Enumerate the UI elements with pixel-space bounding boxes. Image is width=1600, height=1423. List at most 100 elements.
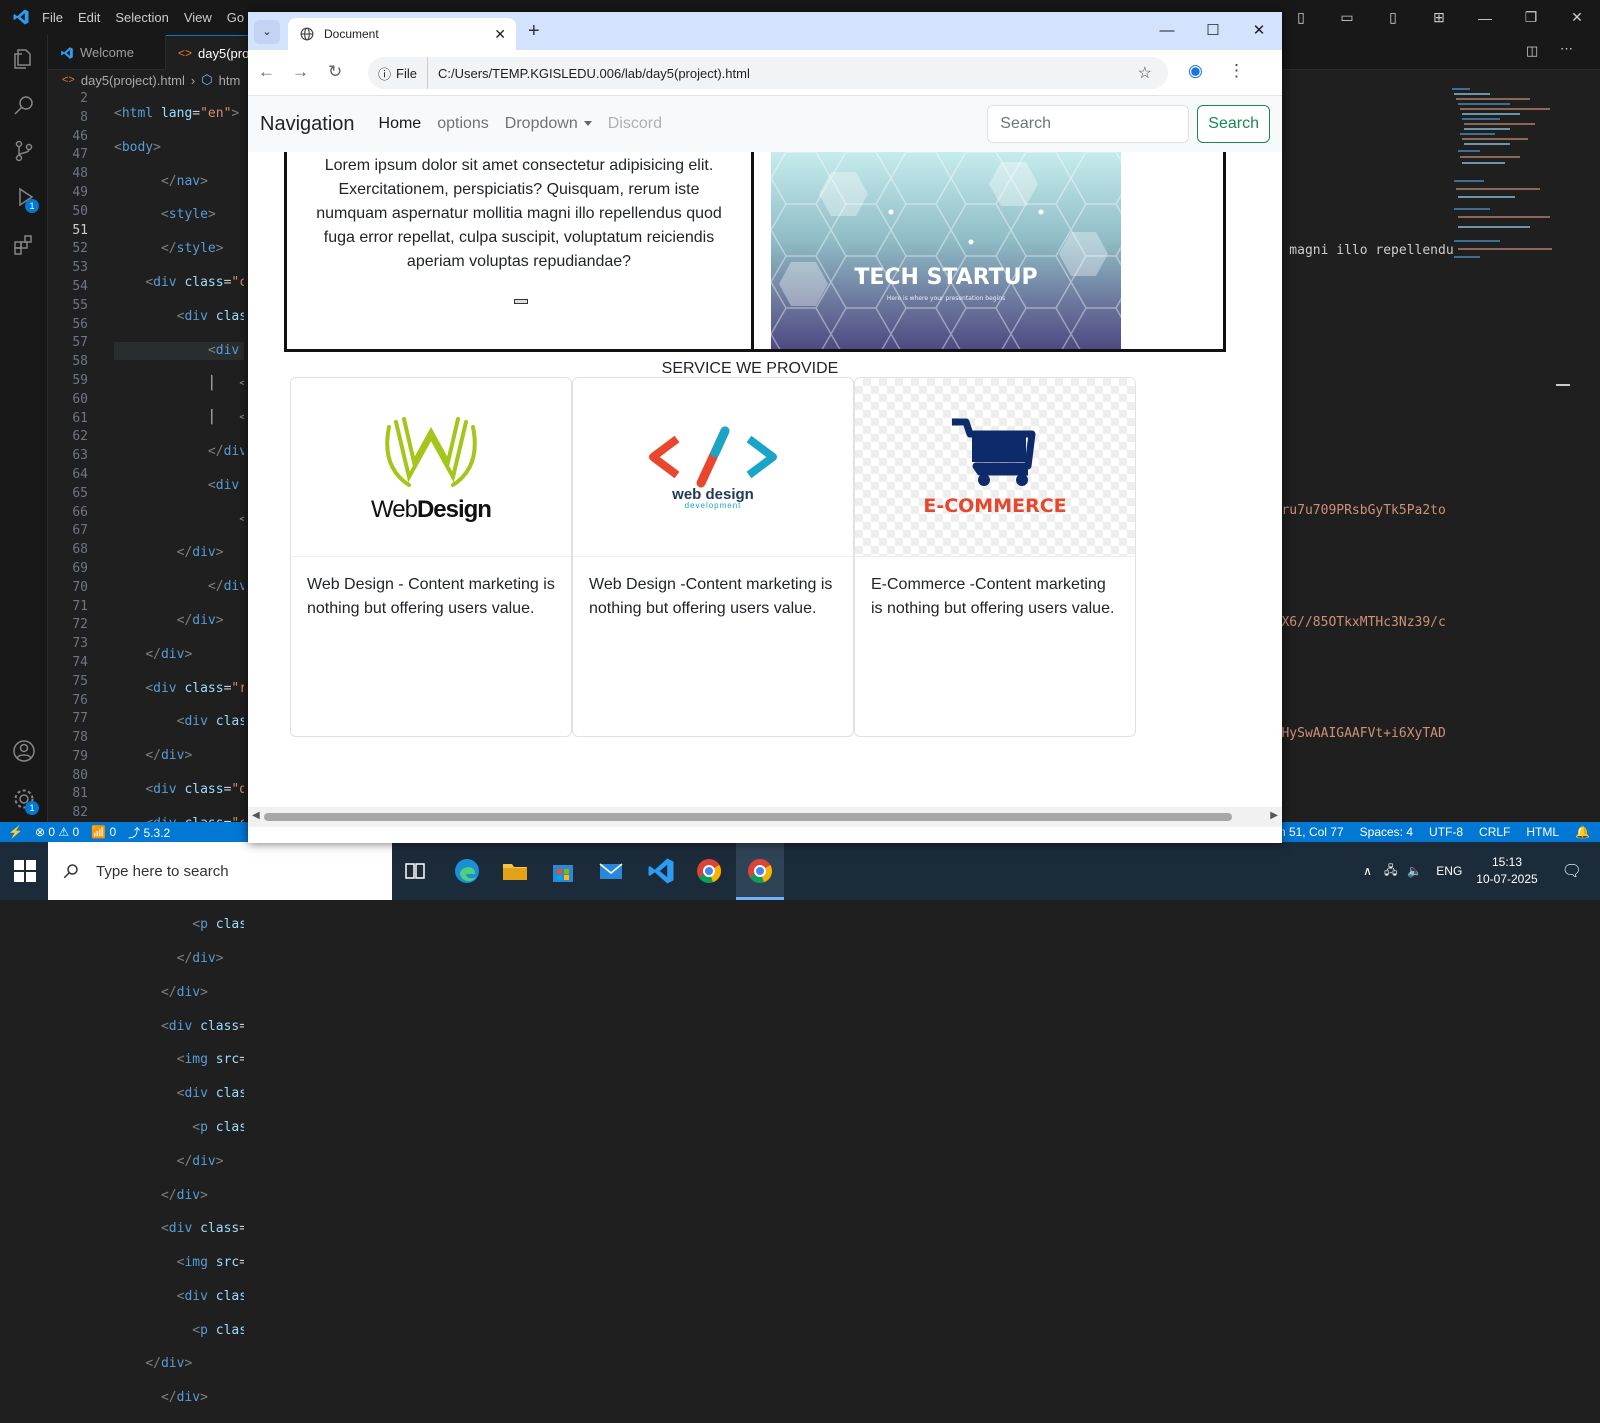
- menu-selection[interactable]: Selection: [115, 10, 168, 25]
- chrome-active-icon[interactable]: [745, 856, 775, 886]
- line-number: 73: [72, 636, 88, 652]
- line-ending[interactable]: CRLF: [1479, 825, 1510, 839]
- extension-version[interactable]: ⤴ 5.3.2: [128, 824, 170, 841]
- problems-indicator[interactable]: ⊗ 0 ⚠ 0: [35, 825, 79, 839]
- chrome-minimize-icon[interactable]: —: [1144, 22, 1190, 39]
- edge-icon[interactable]: [452, 856, 482, 886]
- version-label: 5.3.2: [143, 825, 171, 840]
- search-icon[interactable]: [12, 93, 36, 117]
- hero-text: Lorem ipsum dolor sit amet consectetur a…: [287, 152, 754, 349]
- notifications-icon[interactable]: 🗨: [1562, 861, 1582, 881]
- line-number: 65: [72, 485, 88, 501]
- chrome-menu-icon[interactable]: ⋮: [1228, 61, 1245, 81]
- cursor-position[interactable]: Ln 51, Col 77: [1272, 825, 1343, 839]
- tab-search-icon[interactable]: ⌄: [254, 20, 280, 44]
- chrome-close-icon[interactable]: ✕: [1236, 21, 1282, 39]
- code-line: </div>: [145, 1356, 193, 1372]
- explorer-icon[interactable]: [12, 47, 36, 71]
- more-actions-icon[interactable]: ⋯: [1560, 41, 1573, 57]
- line-number: 54: [72, 278, 88, 294]
- service-card-text: E-Commerce -Content marketing is nothing…: [871, 576, 1115, 617]
- code-line: </div>: [176, 950, 224, 966]
- line-number: 71: [72, 598, 88, 614]
- navbar-search-input[interactable]: [987, 105, 1190, 143]
- code-editor[interactable]: <html lang="en"> <body> </nav> <style> <…: [114, 90, 244, 1423]
- navbar-search-button[interactable]: Search: [1197, 105, 1270, 143]
- navbar-search-form: Search: [987, 105, 1270, 143]
- line-number: 62: [72, 429, 88, 445]
- line-number: 63: [72, 448, 88, 464]
- close-tab-icon[interactable]: ✕: [494, 26, 506, 43]
- reload-icon[interactable]: ↻: [328, 62, 342, 82]
- url-text: C:/Users/TEMP.KGISLEDU.006/lab/day5(proj…: [437, 65, 750, 81]
- nav-dropdown[interactable]: Dropdown: [505, 115, 592, 133]
- mail-icon[interactable]: [596, 856, 626, 886]
- breadcrumb-file[interactable]: day5(project).html: [81, 73, 185, 88]
- bookmark-star-icon[interactable]: ☆: [1138, 63, 1152, 83]
- hero-small-button[interactable]: [514, 299, 528, 304]
- language-indicator[interactable]: ENG: [1436, 864, 1462, 878]
- error-count: 0: [48, 825, 56, 839]
- breadcrumb-node[interactable]: htm: [219, 73, 241, 88]
- taskbar-search[interactable]: Type here to search: [48, 842, 392, 900]
- chrome-maximize-icon[interactable]: ☐: [1190, 21, 1236, 39]
- tab-welcome[interactable]: Welcome: [48, 35, 166, 70]
- network-icon[interactable]: 🖧: [1384, 861, 1397, 882]
- volume-icon[interactable]: 🔈: [1407, 864, 1422, 878]
- back-icon[interactable]: ←: [258, 62, 275, 82]
- encoding[interactable]: UTF-8: [1429, 825, 1463, 839]
- code-fragment: 6+vru7u709PRsbGyTk5Pa2to: [1258, 503, 1446, 518]
- account-icon[interactable]: [12, 739, 36, 763]
- menu-edit[interactable]: Edit: [78, 10, 100, 25]
- notifications-bell-icon[interactable]: 🔔: [1575, 825, 1590, 839]
- code-line: </div: [207, 443, 244, 459]
- split-editor-icon[interactable]: ◫: [1526, 43, 1538, 59]
- chevron-up-icon[interactable]: ∧: [1363, 864, 1372, 878]
- menu-go[interactable]: Go: [227, 10, 244, 25]
- nav-options[interactable]: options: [437, 115, 489, 133]
- vscode-close-icon[interactable]: ✕: [1554, 9, 1600, 26]
- scroll-right-icon[interactable]: ▶: [1270, 810, 1278, 821]
- nav-home[interactable]: Home: [379, 115, 422, 133]
- menu-file[interactable]: File: [42, 10, 63, 25]
- file-explorer-icon[interactable]: [500, 856, 530, 886]
- code-line: </div>: [145, 646, 193, 662]
- ports-indicator[interactable]: 📶 0: [91, 825, 116, 839]
- layout-sidebar-icon[interactable]: ▯: [1278, 9, 1324, 26]
- taskbar-search-placeholder: Type here to search: [96, 862, 229, 880]
- signal-icon: ⤴: [128, 825, 141, 840]
- customize-layout-icon[interactable]: ⊞: [1416, 9, 1462, 26]
- microsoft-store-icon[interactable]: [548, 856, 578, 886]
- layout-panel-icon[interactable]: ▭: [1324, 9, 1370, 26]
- extensions-icon[interactable]: [12, 233, 36, 257]
- globe-icon: [300, 27, 314, 41]
- scroll-left-icon[interactable]: ◀: [252, 810, 260, 821]
- vscode-taskbar-icon[interactable]: [646, 856, 676, 886]
- language-mode[interactable]: HTML: [1526, 825, 1559, 839]
- navbar-brand[interactable]: Navigation: [260, 113, 355, 136]
- menu-view[interactable]: View: [184, 10, 212, 25]
- hero-image: TECH STARTUP Here is where your presenta…: [771, 152, 1121, 349]
- new-tab-icon[interactable]: +: [528, 20, 540, 43]
- horizontal-scroll-thumb[interactable]: [264, 813, 1232, 821]
- horizontal-scrollbar[interactable]: ◀ ▶: [248, 807, 1282, 827]
- vscode-restore-icon[interactable]: ❐: [1508, 9, 1554, 26]
- editor-scroll-marker: [1556, 384, 1570, 386]
- site-info-chip[interactable]: ⓘ File: [368, 57, 428, 89]
- vscode-minimize-icon[interactable]: —: [1462, 10, 1508, 26]
- minimap[interactable]: [1440, 85, 1560, 265]
- remote-icon[interactable]: ⚡: [8, 825, 23, 839]
- webdev-logo-sub: development: [685, 501, 742, 510]
- layout-secondary-icon[interactable]: ▯: [1370, 9, 1416, 26]
- forward-icon[interactable]: →: [292, 62, 309, 82]
- windows-start-icon[interactable]: [14, 860, 36, 882]
- tab-project-file[interactable]: <> day5(pro: [166, 35, 256, 70]
- clock[interactable]: 15:13 10-07-2025: [1476, 854, 1537, 888]
- profile-icon[interactable]: ◉: [1188, 61, 1203, 81]
- chrome-icon[interactable]: [694, 856, 724, 886]
- source-control-icon[interactable]: [12, 139, 36, 163]
- task-view-icon[interactable]: [400, 856, 430, 886]
- browser-tab[interactable]: Document ✕: [288, 18, 516, 50]
- indentation[interactable]: Spaces: 4: [1360, 825, 1413, 839]
- address-bar[interactable]: ⓘ File C:/Users/TEMP.KGISLEDU.006/lab/da…: [368, 57, 1168, 89]
